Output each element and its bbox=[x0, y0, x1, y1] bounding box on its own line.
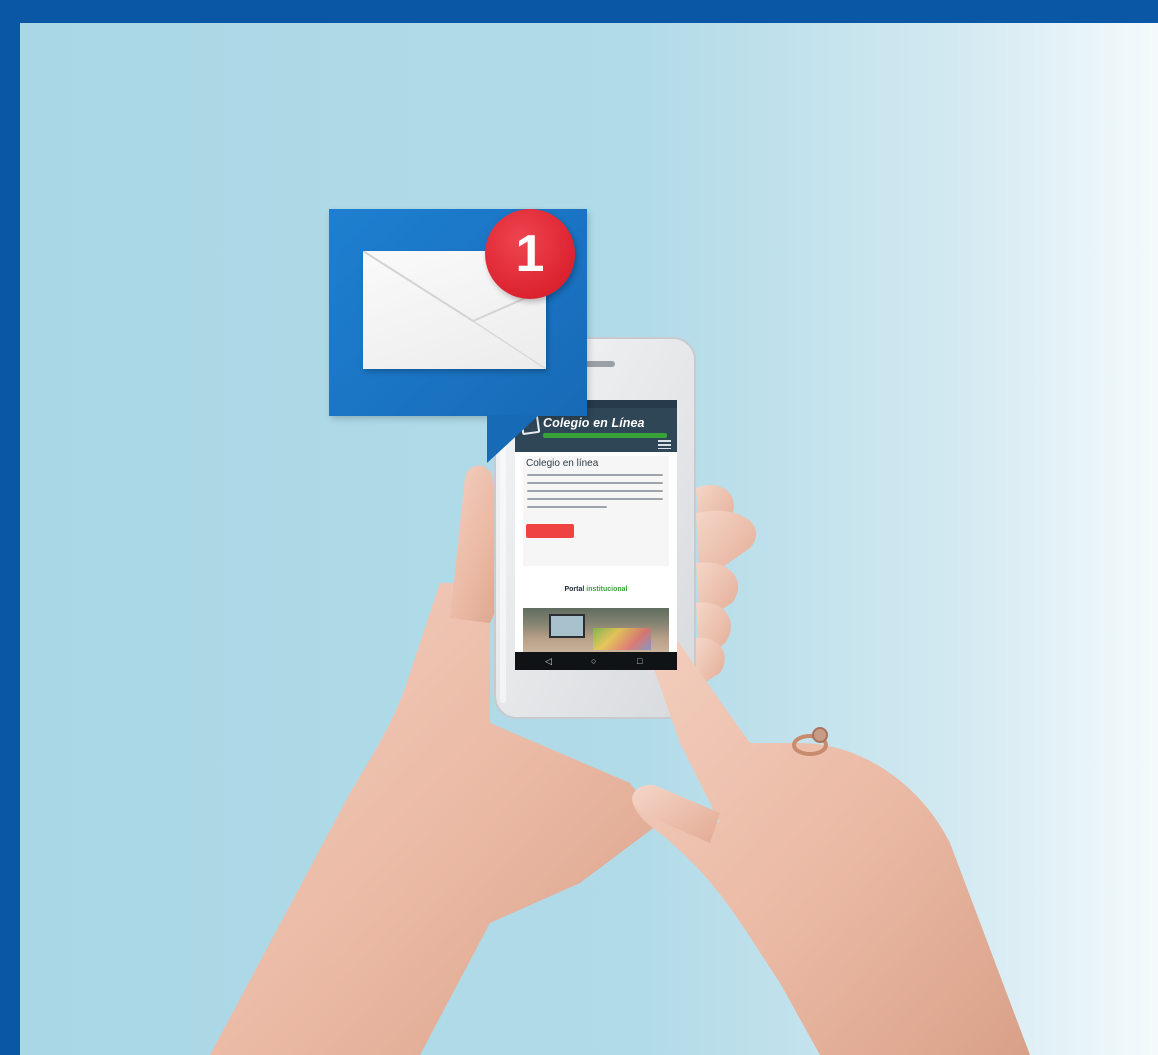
portal-title: Portal institucional bbox=[515, 586, 677, 593]
recents-icon[interactable]: □ bbox=[637, 655, 642, 667]
hero-card: Colegio en línea bbox=[523, 456, 669, 566]
notification-badge[interactable]: 1 bbox=[485, 209, 575, 299]
photo: Colegio en Línea Colegio en línea Portal… bbox=[20, 23, 1158, 1055]
site-logo[interactable]: Colegio en Línea bbox=[543, 416, 645, 430]
home-icon[interactable]: ○ bbox=[591, 655, 596, 667]
bubble-tail bbox=[487, 415, 539, 463]
hero-text-line bbox=[527, 482, 663, 484]
logo-underline bbox=[543, 433, 667, 438]
android-nav-bar: ◁ ○ □ bbox=[515, 652, 677, 670]
portal-title-accent: institucional bbox=[586, 586, 628, 593]
hero-button[interactable] bbox=[526, 524, 574, 538]
phone-screen: Colegio en Línea Colegio en línea Portal… bbox=[515, 400, 677, 652]
back-icon[interactable]: ◁ bbox=[545, 655, 552, 667]
monitor-shape bbox=[549, 614, 585, 638]
hamburger-menu-icon[interactable] bbox=[658, 440, 671, 449]
portal-title-prefix: Portal bbox=[564, 586, 587, 593]
portal-preview-image[interactable] bbox=[523, 608, 669, 652]
table-shape bbox=[593, 628, 651, 650]
hero-text-line bbox=[527, 490, 663, 492]
hero-text-line bbox=[527, 506, 607, 508]
hero-text-line bbox=[527, 474, 663, 476]
right-hand bbox=[632, 611, 1030, 1055]
hero-text-line bbox=[527, 498, 663, 500]
